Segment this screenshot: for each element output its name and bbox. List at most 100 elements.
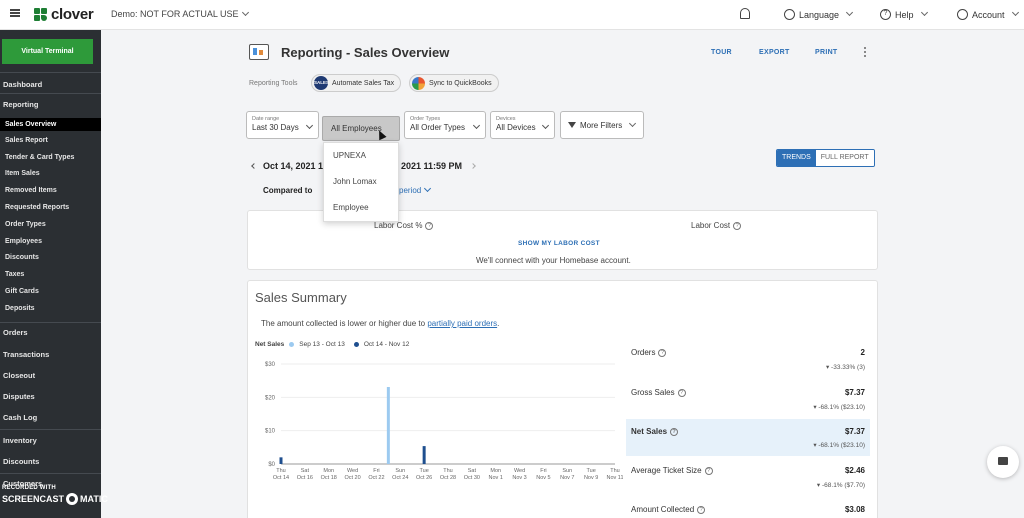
menu-icon[interactable] <box>10 9 20 17</box>
sidebar-item-disputes[interactable]: Disputes <box>0 392 101 401</box>
help-icon[interactable]: ? <box>670 427 679 436</box>
y-tick-label: $0 <box>268 462 275 468</box>
x-tick-label: Fri <box>540 468 546 474</box>
virtual-terminal-button[interactable]: Virtual Terminal <box>2 39 93 64</box>
x-tick-label: Nov 11 <box>606 475 623 481</box>
x-tick-label: Sat <box>468 468 477 474</box>
x-tick-label: Tue <box>420 468 429 474</box>
sidebar-item-sales-overview[interactable]: Sales Overview <box>0 118 101 131</box>
sidebar-item-order-types[interactable]: Order Types <box>0 221 101 228</box>
dropdown-item-employee[interactable]: Employee <box>333 203 369 212</box>
sidebar-item-inventory[interactable]: Inventory <box>0 436 101 445</box>
metric-net-sales[interactable]: Net Sales? $7.37 ▾ -68.1% ($23.10) <box>626 419 870 456</box>
sidebar-item-orders[interactable]: Orders <box>0 328 101 337</box>
date-range-filter[interactable]: Date range Last 30 Days <box>246 111 319 139</box>
help-label: Help <box>895 9 914 20</box>
metric-change: ▾ -33.33% (3) <box>825 364 865 371</box>
sidebar-item-gift-cards[interactable]: Gift Cards <box>0 288 101 295</box>
partially-paid-orders-link[interactable]: partially paid orders <box>427 319 497 328</box>
sidebar: Virtual Terminal Dashboard Reporting Sal… <box>0 30 101 518</box>
x-tick-label: Wed <box>347 468 358 474</box>
x-tick-label: Fri <box>373 468 379 474</box>
bell-icon[interactable] <box>740 8 750 19</box>
print-button[interactable]: PRINT <box>815 49 838 56</box>
clover-logo[interactable]: clover <box>34 6 94 23</box>
help-menu[interactable]: ? Help <box>880 8 928 20</box>
compared-to-label: Compared to <box>263 186 313 195</box>
more-filters-label: More Filters <box>580 120 623 130</box>
x-tick-label: Nov 1 <box>489 475 503 481</box>
sidebar-item-removed-items[interactable]: Removed Items <box>0 187 101 194</box>
sidebar-item-sales-report[interactable]: Sales Report <box>0 137 101 144</box>
chevron-down-icon <box>846 8 854 17</box>
account-menu[interactable]: Account <box>957 8 1019 20</box>
merchant-selector[interactable]: Demo: NOT FOR ACTUAL USE <box>111 8 249 19</box>
compare-period-selector[interactable]: period <box>399 184 432 195</box>
sidebar-item-deposits[interactable]: Deposits <box>0 305 101 312</box>
metric-gross-sales[interactable]: Gross Sales? $7.37 ▾ -68.1% ($23.10) <box>626 384 870 421</box>
note-end: . <box>497 319 500 328</box>
metric-amount-collected[interactable]: Amount Collected? $3.08 <box>626 501 870 518</box>
metric-orders[interactable]: Orders? 2 ▾ -33.33% (3) <box>626 344 870 381</box>
metric-change: ▾ -68.1% ($23.10) <box>813 404 865 411</box>
tour-button[interactable]: TOUR <box>711 49 732 56</box>
sidebar-item-closeout[interactable]: Closeout <box>0 371 101 380</box>
help-icon[interactable]: ? <box>704 466 713 475</box>
automate-sales-tax-chip[interactable]: SALES Automate Sales Tax <box>311 74 402 92</box>
x-tick-label: Oct 30 <box>464 475 480 481</box>
order-types-filter[interactable]: Order Types All Order Types <box>404 111 486 139</box>
metric-change: ▾ -68.1% ($7.70) <box>816 482 865 489</box>
bar <box>279 457 283 464</box>
sidebar-item-transactions[interactable]: Transactions <box>0 350 101 359</box>
employee-dropdown: UPNEXA John Lomax Employee <box>323 142 399 222</box>
more-filters-button[interactable]: More Filters <box>560 111 644 139</box>
sidebar-item-item-sales[interactable]: Item Sales <box>0 170 101 177</box>
x-tick-label: Sun <box>562 468 572 474</box>
sidebar-item-requested-reports[interactable]: Requested Reports <box>0 204 101 211</box>
metric-average-ticket[interactable]: Average Ticket Size? $2.46 ▾ -68.1% ($7.… <box>626 462 870 499</box>
sidebar-item-tender-card-types[interactable]: Tender & Card Types <box>0 154 101 161</box>
help-icon[interactable]: ? <box>658 348 667 357</box>
show-labor-cost-link[interactable]: SHOW MY LABOR COST <box>518 240 600 247</box>
metric-name: Orders? <box>631 348 667 357</box>
sidebar-item-taxes[interactable]: Taxes <box>0 271 101 278</box>
sync-quickbooks-chip[interactable]: Sync to QuickBooks <box>409 74 499 92</box>
previous-period-icon[interactable] <box>251 163 257 169</box>
help-icon[interactable]: ? <box>733 221 742 230</box>
dropdown-item-upnexa[interactable]: UPNEXA <box>333 151 366 160</box>
x-tick-label: Oct 18 <box>321 475 337 481</box>
chevron-down-icon <box>629 119 637 127</box>
sidebar-item-discounts-section[interactable]: Discounts <box>0 457 101 466</box>
automate-sales-tax-label: Automate Sales Tax <box>332 79 395 87</box>
export-button[interactable]: EXPORT <box>759 49 790 56</box>
language-menu[interactable]: Language <box>784 8 854 20</box>
brand-name: clover <box>51 6 94 23</box>
merchant-name: Demo: NOT FOR ACTUAL USE <box>111 9 239 19</box>
x-tick-label: Tue <box>587 468 596 474</box>
quickbooks-icon <box>412 76 425 90</box>
metric-name: Gross Sales? <box>631 388 686 397</box>
sidebar-divider <box>0 72 101 73</box>
sidebar-item-reporting[interactable]: Reporting <box>0 100 101 109</box>
trends-tab[interactable]: TRENDS <box>777 150 816 166</box>
next-period-icon[interactable] <box>470 163 476 169</box>
chevron-down-icon <box>424 184 432 193</box>
date-end: 2021 11:59 PM <box>401 161 463 171</box>
legend-title: Net Sales <box>255 341 285 348</box>
help-icon[interactable]: ? <box>425 221 434 230</box>
full-report-tab[interactable]: FULL REPORT <box>815 150 874 166</box>
devices-filter[interactable]: Devices All Devices <box>490 111 555 139</box>
sidebar-item-employees[interactable]: Employees <box>0 238 101 245</box>
reporting-tools-label: Reporting Tools <box>249 80 298 87</box>
more-options-icon[interactable] <box>864 47 867 58</box>
chat-icon[interactable] <box>987 446 1019 478</box>
sidebar-item-cash-log[interactable]: Cash Log <box>0 413 101 422</box>
employee-filter[interactable]: All Employees <box>322 116 400 141</box>
help-icon[interactable]: ? <box>697 505 706 514</box>
sidebar-item-dashboard[interactable]: Dashboard <box>0 80 101 89</box>
help-icon: ? <box>880 9 891 20</box>
language-label: Language <box>799 9 840 20</box>
dropdown-item-john-lomax[interactable]: John Lomax <box>333 177 377 186</box>
help-icon[interactable]: ? <box>677 388 686 397</box>
sidebar-item-discounts[interactable]: Discounts <box>0 254 101 261</box>
